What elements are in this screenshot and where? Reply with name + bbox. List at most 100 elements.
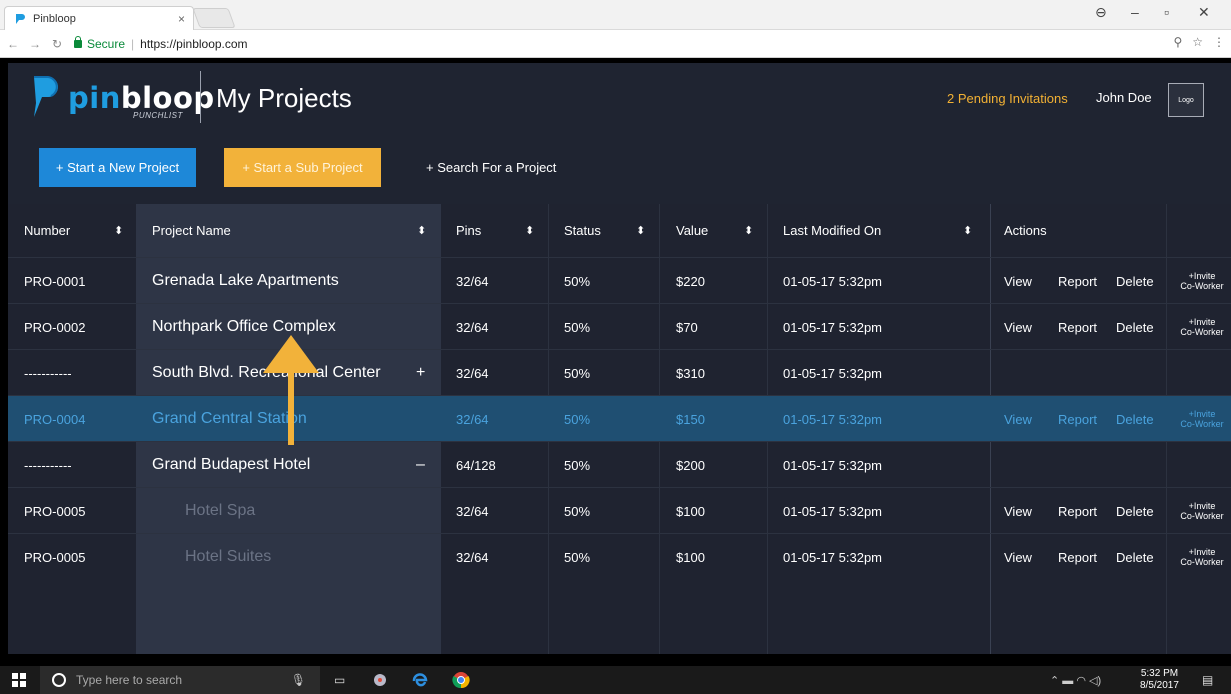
company-logo-box[interactable]: Logo: [1168, 83, 1204, 117]
url-text: https://pinbloop.com: [140, 36, 248, 51]
cell-project-name: Hotel Suites: [185, 548, 272, 565]
start-new-project-button[interactable]: + Start a New Project: [39, 148, 196, 187]
clock-time: 5:32 PM: [1140, 668, 1179, 679]
forward-icon[interactable]: →: [26, 37, 44, 51]
minimize-icon[interactable]: –: [1131, 4, 1139, 20]
cell-last-modified: 01-05-17 5:32pm: [783, 457, 883, 473]
tab-close-icon[interactable]: ×: [178, 12, 185, 26]
header-number[interactable]: Number: [24, 204, 70, 257]
system-tray-icons[interactable]: ⌃ ▬ ◠ ◁): [1050, 666, 1101, 694]
zoom-icon[interactable]: ⚲: [1173, 35, 1182, 49]
task-view-icon[interactable]: ▭: [334, 666, 345, 694]
delete-link[interactable]: Delete: [1116, 534, 1154, 580]
table-row[interactable]: ----------- Grand Budapest Hotel –64/128 50…: [8, 441, 1231, 487]
report-link[interactable]: Report: [1058, 488, 1097, 534]
pinbloop-logo-icon: [34, 76, 58, 117]
tab-title: Pinbloop: [33, 12, 76, 25]
address-bar[interactable]: Secure | https://pinbloop.com: [74, 33, 248, 55]
sort-value-icon[interactable]: ⬍: [744, 224, 753, 237]
report-link[interactable]: Report: [1058, 258, 1097, 304]
windows-start-icon[interactable]: [12, 666, 26, 694]
app-header: pinbloop PUNCHLIST My Projects 2 Pending…: [8, 63, 1231, 135]
invite-coworker-link[interactable]: +Invite Co-Worker: [1176, 488, 1228, 534]
header-status[interactable]: Status: [564, 204, 601, 257]
cell-number: -----------: [24, 365, 72, 381]
taskbar-clock[interactable]: 5:32 PM 8/5/2017: [1140, 668, 1179, 692]
table-row[interactable]: PRO-0001 Grenada Lake Apartments 32/64 50% $…: [8, 257, 1231, 303]
invite-line-1: +Invite: [1188, 501, 1216, 511]
invite-coworker-link[interactable]: [1176, 350, 1228, 396]
user-name[interactable]: John Doe: [1096, 90, 1152, 105]
edge-browser-icon[interactable]: [412, 666, 428, 694]
cell-pins: 32/64: [456, 549, 489, 565]
view-link[interactable]: View: [1004, 304, 1032, 350]
cell-status: 50%: [564, 411, 591, 427]
start-sub-project-button[interactable]: + Start a Sub Project: [224, 148, 381, 187]
cell-last-modified: 01-05-17 5:32pm: [783, 411, 883, 427]
cell-value: $150: [676, 411, 705, 427]
expand-toggle[interactable]: –: [416, 442, 425, 488]
cell-pins: 32/64: [456, 365, 489, 381]
sort-pins-icon[interactable]: ⬍: [525, 224, 534, 237]
delete-link[interactable]: Delete: [1116, 304, 1154, 350]
view-link[interactable]: View: [1004, 488, 1032, 534]
delete-link[interactable]: Delete: [1116, 258, 1154, 304]
invite-coworker-link[interactable]: [1176, 442, 1228, 488]
back-icon[interactable]: ←: [4, 37, 22, 51]
close-window-icon[interactable]: ✕: [1198, 4, 1210, 21]
taskbar-search-input[interactable]: Type here to search 🎙: [40, 666, 320, 694]
invite-line-1: +Invite: [1188, 547, 1216, 557]
sort-status-icon[interactable]: ⬍: [636, 224, 645, 237]
new-tab-button[interactable]: [192, 8, 236, 28]
cell-last-modified: 01-05-17 5:32pm: [783, 273, 883, 289]
invite-coworker-link[interactable]: +Invite Co-Worker: [1176, 534, 1228, 580]
table-row[interactable]: PRO-0005 Hotel Spa 32/64 50% $100 01-05-17 5:…: [8, 487, 1231, 533]
menu-kebab-icon[interactable]: ⋮: [1213, 35, 1225, 49]
browser-tab[interactable]: Pinbloop ×: [4, 6, 194, 30]
bookmark-star-icon[interactable]: ☆: [1192, 35, 1203, 49]
cell-number: PRO-0002: [24, 319, 86, 335]
cell-value: $220: [676, 273, 705, 289]
profile-icon[interactable]: ⊖: [1095, 4, 1107, 21]
notifications-icon[interactable]: ▤: [1202, 666, 1213, 694]
cell-last-modified: 01-05-17 5:32pm: [783, 365, 883, 381]
search-project-button[interactable]: + Search For a Project: [426, 148, 556, 187]
cell-status: 50%: [564, 549, 591, 565]
view-link[interactable]: View: [1004, 534, 1032, 580]
table-row[interactable]: PRO-0004 Grand Central Station 32/64 50% $15…: [8, 395, 1231, 441]
header-pins[interactable]: Pins: [456, 204, 481, 257]
maximize-icon[interactable]: ▫: [1164, 4, 1169, 20]
logo-wordmark: pinbloop: [68, 81, 215, 115]
invite-coworker-link[interactable]: +Invite Co-Worker: [1176, 258, 1228, 304]
table-row[interactable]: -----------South Blvd. Recreational Cent…: [8, 349, 1231, 395]
expand-toggle[interactable]: +: [416, 350, 425, 396]
reload-icon[interactable]: ↻: [48, 37, 66, 51]
sort-modified-icon[interactable]: ⬍: [963, 224, 972, 237]
browser-toolbar: ← → ↻ Secure | https://pinbloop.com ⚲ ☆ …: [0, 30, 1231, 58]
chrome-browser-icon[interactable]: [452, 666, 470, 694]
invite-coworker-link[interactable]: +Invite Co-Worker: [1176, 396, 1228, 442]
report-link[interactable]: Report: [1058, 534, 1097, 580]
app: pinbloop PUNCHLIST My Projects 2 Pending…: [8, 63, 1231, 654]
invite-coworker-link[interactable]: +Invite Co-Worker: [1176, 304, 1228, 350]
snipping-tool-icon[interactable]: [372, 666, 388, 694]
report-link[interactable]: Report: [1058, 396, 1097, 442]
view-link[interactable]: View: [1004, 258, 1032, 304]
header-project-name[interactable]: Project Name: [152, 204, 231, 257]
pending-invitations-link[interactable]: 2 Pending Invitations: [947, 91, 1068, 106]
view-link[interactable]: View: [1004, 396, 1032, 442]
sort-name-icon[interactable]: ⬍: [417, 224, 426, 237]
sort-number-icon[interactable]: ⬍: [114, 224, 123, 237]
header-value[interactable]: Value: [676, 204, 708, 257]
delete-link[interactable]: Delete: [1116, 488, 1154, 534]
url-separator: |: [131, 36, 135, 51]
table-row[interactable]: PRO-0005 Hotel Suites 32/64 50% $100 01-05-17…: [8, 533, 1231, 579]
delete-link[interactable]: Delete: [1116, 396, 1154, 442]
microphone-icon[interactable]: 🎙: [291, 673, 306, 687]
report-link[interactable]: Report: [1058, 304, 1097, 350]
header-last-modified[interactable]: Last Modified On: [783, 204, 881, 257]
invite-line-2: Co-Worker: [1180, 511, 1224, 521]
cell-number: PRO-0005: [24, 503, 86, 519]
taskbar-search-placeholder: Type here to search: [76, 673, 183, 687]
table-row[interactable]: PRO-0002 Northpark Office Complex 32/64 50%…: [8, 303, 1231, 349]
